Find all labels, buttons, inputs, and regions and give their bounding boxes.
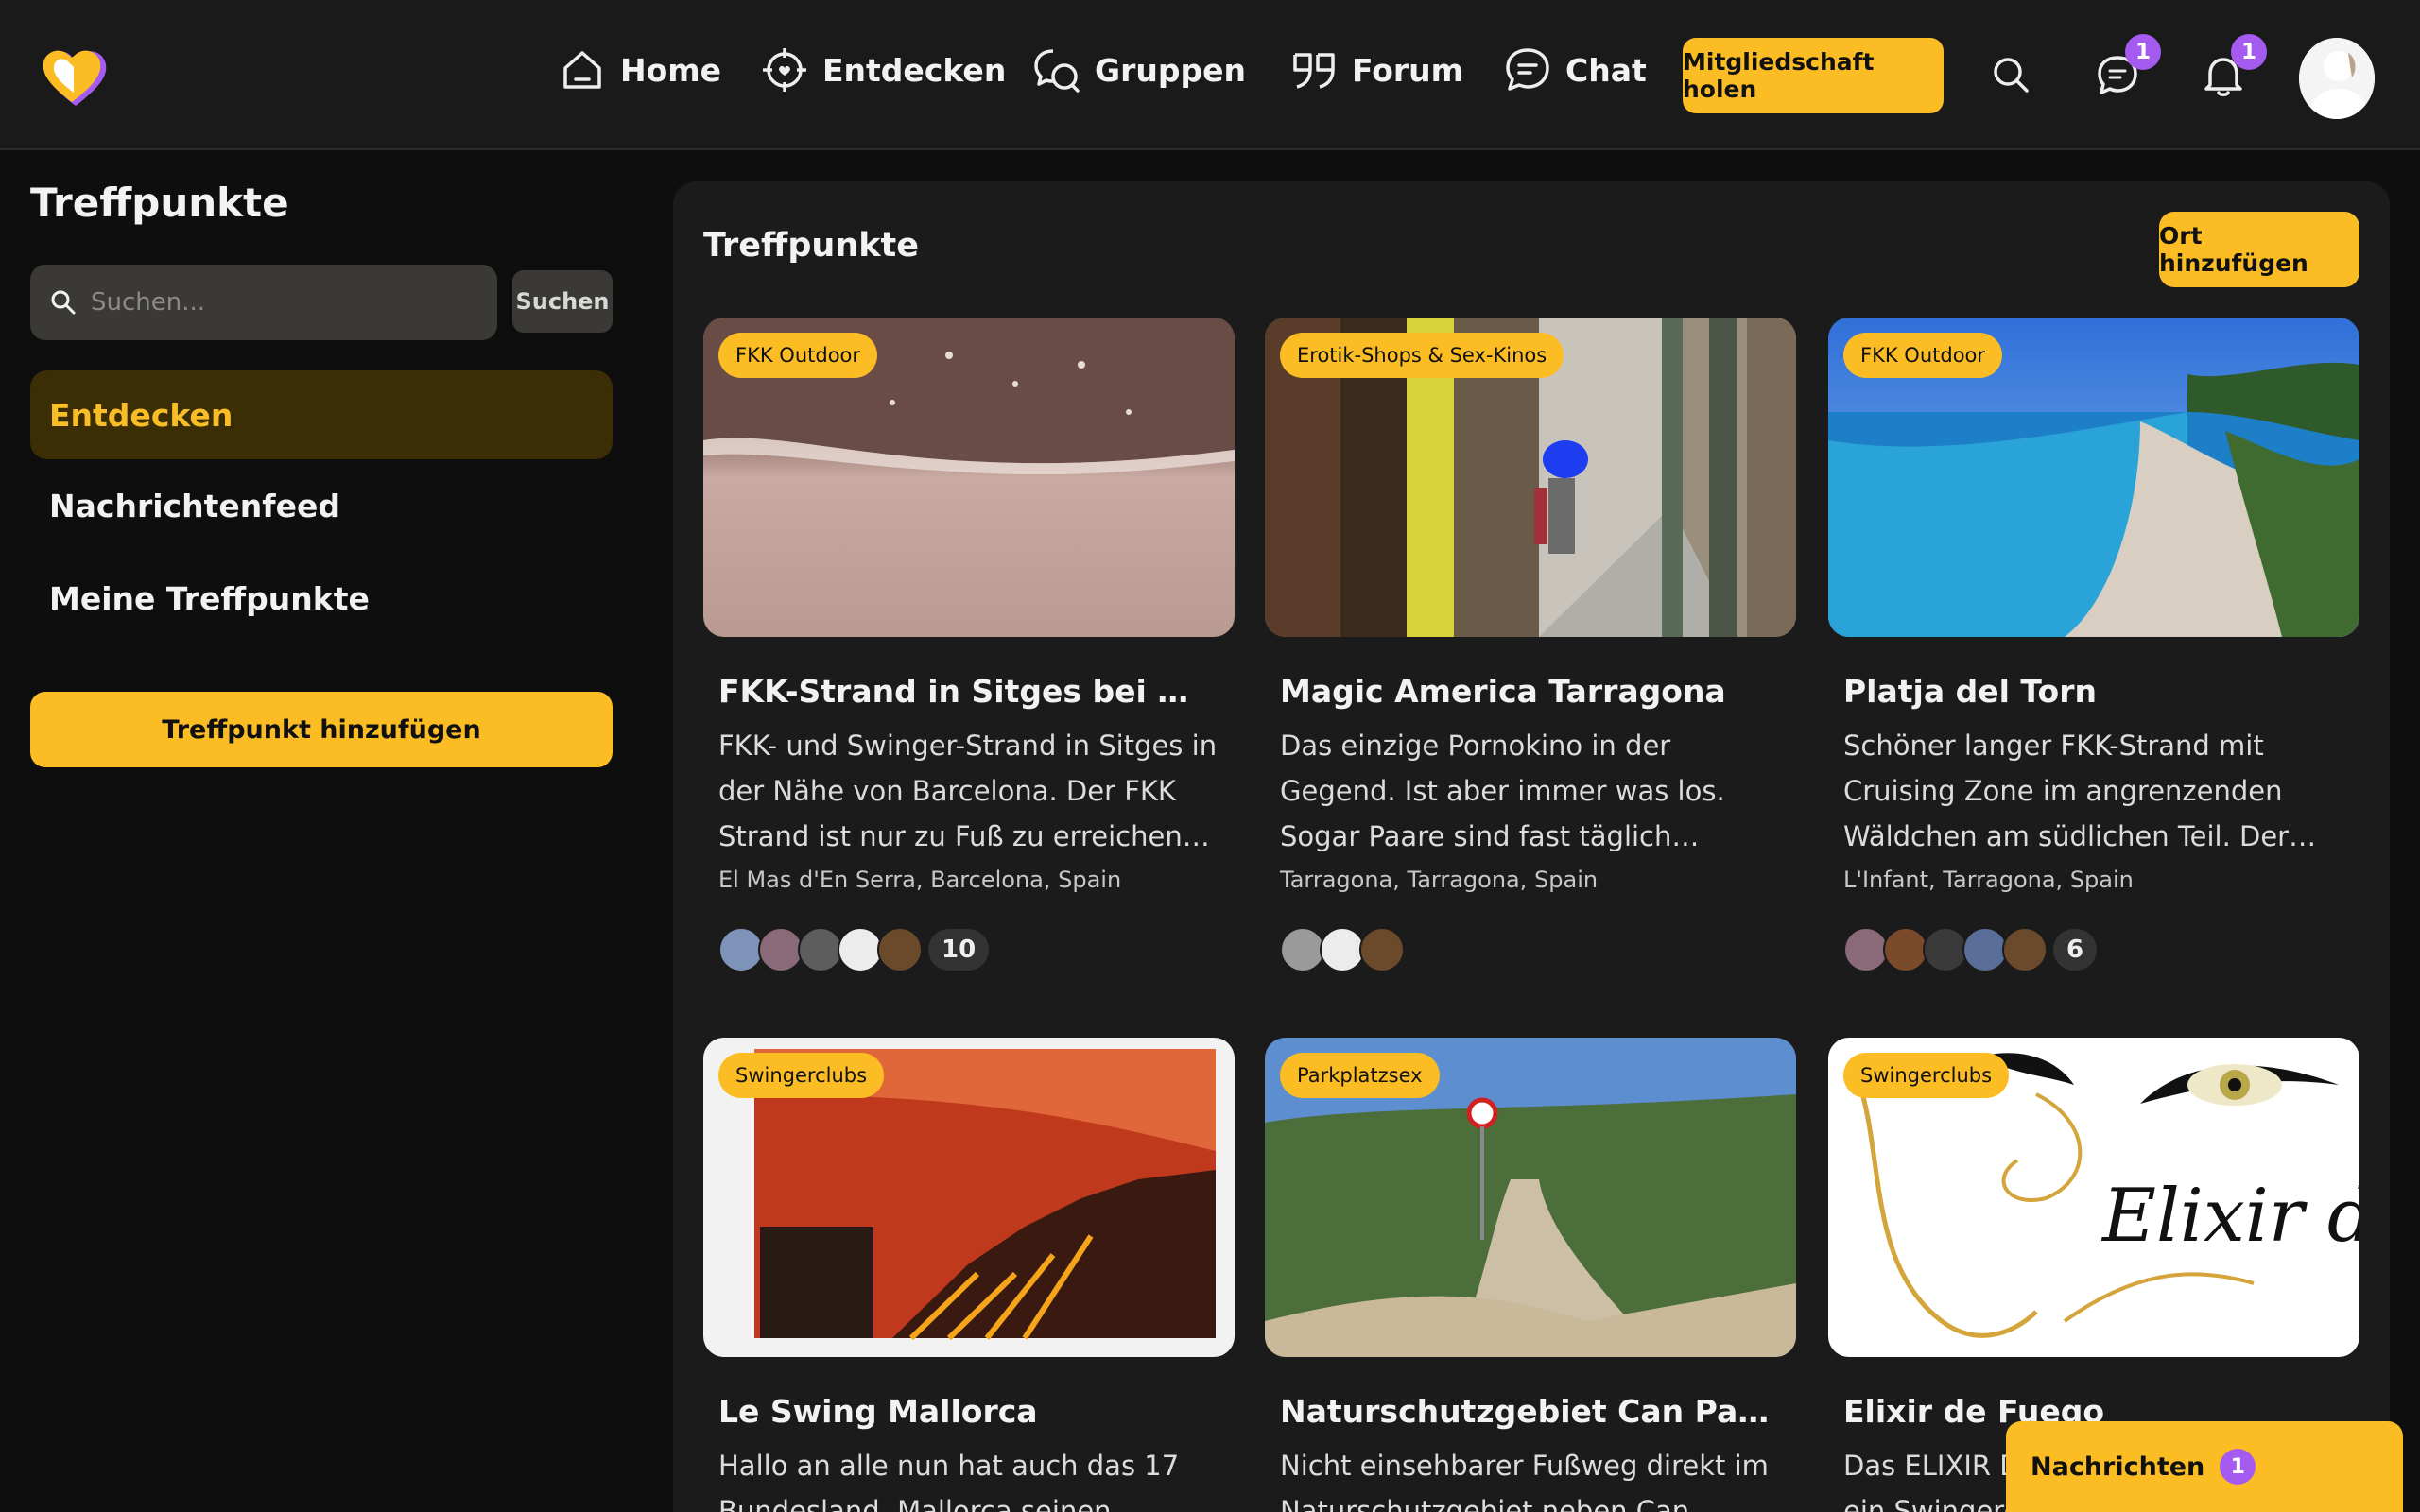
chat-icon — [1506, 48, 1549, 91]
place-card-image[interactable]: Erotik-Shops & Sex-Kinos — [1265, 318, 1796, 637]
quote-icon — [1293, 53, 1335, 89]
user-avatar[interactable] — [2299, 38, 2375, 119]
add-place-button[interactable]: Ort hinzufügen — [2159, 212, 2360, 287]
messages-bar[interactable]: Nachrichten 1 — [2006, 1421, 2403, 1512]
category-badge: Swingerclubs — [718, 1053, 885, 1098]
place-title[interactable]: Magic America Tarragona — [1280, 673, 1781, 710]
category-badge: Parkplatzsex — [1280, 1053, 1440, 1098]
nav-chat-label: Chat — [1565, 51, 1647, 89]
sidebar-item-entdecken[interactable]: Entdecken — [30, 370, 613, 459]
sidebar-item-meine-treffpunkte[interactable]: Meine Treffpunkte — [30, 554, 613, 643]
sidebar-search-box — [30, 265, 497, 340]
search-submit-button[interactable]: Suchen — [512, 270, 613, 333]
search-input[interactable] — [91, 288, 488, 317]
nav-forum[interactable]: Forum — [1289, 40, 1463, 100]
avatar — [838, 927, 883, 972]
place-card-image[interactable]: FKK Outdoor — [1828, 318, 2360, 637]
place-location: Tarragona, Tarragona, Spain — [1280, 867, 1599, 893]
visitor-count: 10 — [928, 929, 990, 971]
avatar — [758, 927, 804, 972]
messages-bar-count: 1 — [2220, 1449, 2256, 1485]
place-title[interactable]: Platja del Torn — [1843, 673, 2344, 710]
place-description: Nicht einsehbarer Fußweg direkt im Natur… — [1280, 1450, 1769, 1512]
visitor-avatars[interactable]: 10 — [718, 927, 1235, 972]
messages-bar-label: Nachrichten — [2031, 1452, 2205, 1482]
place-card-image[interactable]: Parkplatzsex — [1265, 1038, 1796, 1357]
home-icon — [563, 51, 601, 89]
category-badge: FKK Outdoor — [718, 333, 878, 378]
place-title[interactable]: FKK-Strand in Sitges bei … — [718, 673, 1219, 710]
nav-entdecken-label: Entdecken — [822, 51, 1007, 89]
search-icon — [51, 290, 76, 315]
avatar — [718, 927, 764, 972]
search-icon — [1994, 58, 2029, 93]
notifications-badge: 1 — [2231, 34, 2267, 70]
nav-chat[interactable]: Chat — [1503, 40, 1647, 100]
place-description: Hallo an alle nun hat auch das 17 Bundes… — [718, 1450, 1180, 1512]
messages-button[interactable]: 1 — [2091, 34, 2161, 102]
crosshair-icon — [763, 48, 806, 92]
place-card[interactable]: FKK Outdoor FKK-Strand in Sitges bei … F… — [703, 318, 1235, 972]
sidebar-title: Treffpunkte — [30, 180, 289, 226]
place-card-image[interactable]: Elixir de Swingerclubs — [1828, 1038, 2360, 1357]
add-meeting-point-button[interactable]: Treffpunkt hinzufügen — [30, 692, 613, 767]
category-badge: Swingerclubs — [1843, 1053, 2010, 1098]
place-description: FKK- und Swinger-Strand in Sitges in der… — [718, 730, 1218, 852]
avatar — [1320, 927, 1365, 972]
heart-logo-icon[interactable] — [42, 45, 110, 110]
place-title[interactable]: Naturschutzgebiet Can Pastilla — [1280, 1393, 1781, 1430]
avatar — [1923, 927, 1968, 972]
place-card[interactable]: Erotik-Shops & Sex-Kinos Magic America T… — [1265, 318, 1796, 972]
place-card-image[interactable]: Swingerclubs — [703, 1038, 1235, 1357]
avatar — [798, 927, 843, 972]
nav-home[interactable]: Home — [558, 40, 721, 100]
avatar — [1843, 927, 1889, 972]
membership-button[interactable]: Mitgliedschaft holen — [1683, 38, 1944, 113]
place-title[interactable]: Le Swing Mallorca — [718, 1393, 1219, 1430]
place-location: L'Infant, Tarragona, Spain — [1843, 867, 2134, 893]
place-description: Das einzige Pornokino in der Gegend. Ist… — [1280, 730, 1725, 852]
groups-icon — [1034, 49, 1080, 93]
nav-gruppen-label: Gruppen — [1095, 51, 1246, 89]
category-badge: Erotik-Shops & Sex-Kinos — [1280, 333, 1564, 378]
avatar — [1883, 927, 1928, 972]
nav-entdecken[interactable]: Entdecken — [760, 40, 1006, 100]
search-button[interactable] — [1985, 49, 2038, 102]
nav-home-label: Home — [620, 51, 722, 89]
nav-gruppen[interactable]: Gruppen — [1032, 40, 1246, 100]
page-title: Treffpunkte — [703, 227, 920, 265]
visitor-avatars[interactable] — [1280, 927, 1796, 972]
place-card-image[interactable]: FKK Outdoor — [703, 318, 1235, 637]
avatar — [1962, 927, 2008, 972]
visitor-count: 6 — [2053, 929, 2098, 971]
notifications-button[interactable]: 1 — [2197, 34, 2267, 102]
place-card[interactable]: Swingerclubs Le Swing Mallorca Hallo an … — [703, 1038, 1235, 1512]
visitor-avatars[interactable]: 6 — [1843, 927, 2360, 972]
place-description: Schöner langer FKK-Strand mit Cruising Z… — [1843, 730, 2290, 852]
avatar — [877, 927, 923, 972]
messages-badge: 1 — [2125, 34, 2161, 70]
image-logo-text: Elixir de — [2100, 1174, 2360, 1259]
nav-forum-label: Forum — [1352, 51, 1464, 89]
place-card[interactable]: FKK Outdoor Platja del Torn Schöner lang… — [1828, 318, 2360, 972]
place-location: El Mas d'En Serra, Barcelona, Spain — [718, 867, 1122, 893]
sidebar-item-nachrichtenfeed[interactable]: Nachrichtenfeed — [30, 461, 613, 550]
avatar — [2002, 927, 2048, 972]
avatar — [1280, 927, 1325, 972]
top-navigation-bar: Home Entdecken Gruppen Forum Chat Mitgli… — [0, 0, 2420, 150]
avatar — [1359, 927, 1405, 972]
place-card[interactable]: Parkplatzsex Naturschutzgebiet Can Pasti… — [1265, 1038, 1796, 1512]
category-badge: FKK Outdoor — [1843, 333, 2003, 378]
